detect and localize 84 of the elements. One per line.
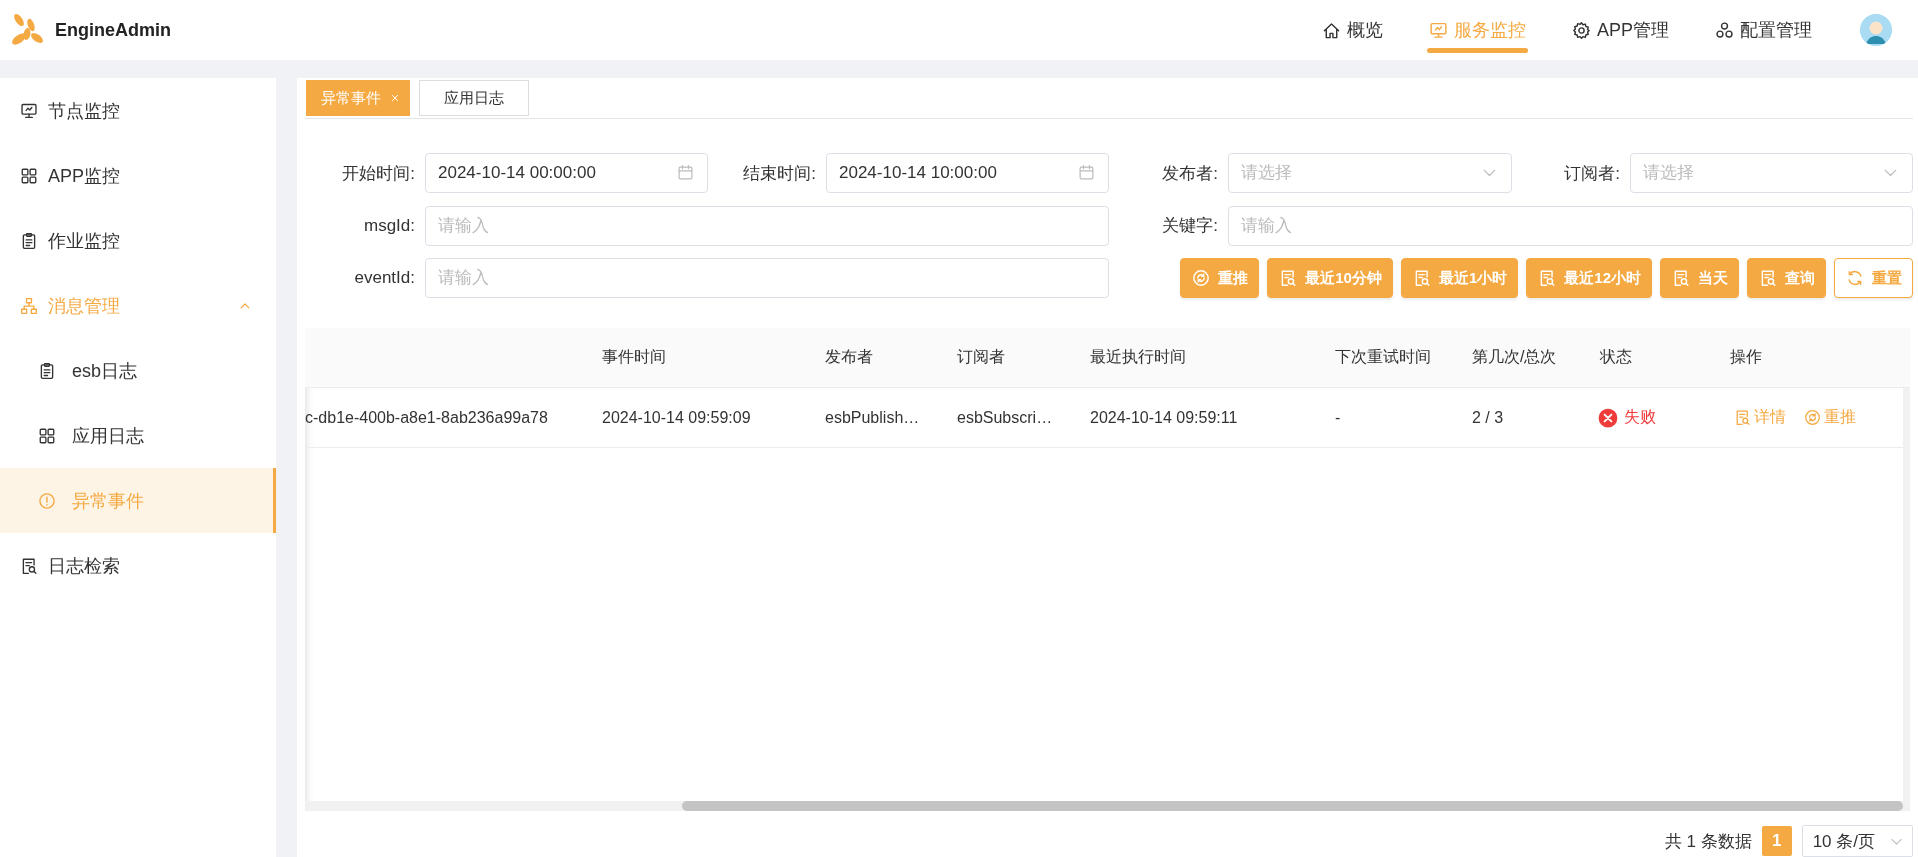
- tab[interactable]: 应用日志: [419, 80, 529, 116]
- status-label: 失败: [1588, 407, 1718, 428]
- column-header: 第几次/总次: [1471, 347, 1558, 367]
- field-label: 结束时间:: [743, 162, 817, 185]
- document-search-icon: [20, 556, 38, 575]
- column-header: 操作: [1729, 347, 1763, 367]
- hierarchy-icon: [20, 296, 38, 315]
- menu-item[interactable]: 节点监控: [0, 78, 276, 143]
- menu-item[interactable]: APP监控: [0, 143, 276, 208]
- column-header: 最近执行时间: [1089, 347, 1187, 367]
- clipboard-icon: [38, 361, 56, 380]
- x-circle-icon: [1598, 407, 1618, 428]
- nav-tab[interactable]: 服务监控: [1426, 0, 1528, 60]
- close-icon[interactable]: [389, 92, 401, 104]
- logo-icon: [10, 12, 46, 48]
- nav-tab[interactable]: 概览: [1319, 0, 1385, 60]
- action-button[interactable]: 重置: [1834, 258, 1913, 298]
- grid-icon: [20, 166, 38, 185]
- nav-tab[interactable]: 配置管理: [1713, 0, 1814, 60]
- table-cell-text: esbPublish…: [824, 408, 921, 427]
- total-count: 共 1 条数据: [1664, 830, 1752, 853]
- monitor-icon: [20, 101, 38, 120]
- field-label: eventId:: [354, 268, 416, 288]
- nav-tab[interactable]: APP管理: [1569, 0, 1671, 60]
- field-label: 发布者:: [1162, 162, 1219, 185]
- document-search-icon: [1734, 409, 1751, 426]
- column-header: 状态: [1599, 347, 1633, 367]
- column-header: 事件时间: [601, 347, 667, 367]
- input-field[interactable]: 请输入: [425, 205, 1109, 246]
- table-cell-text: esbSubscri…: [956, 408, 1054, 427]
- action-button[interactable]: 最近12小时: [1526, 258, 1652, 298]
- menu-group[interactable]: 消息管理: [0, 273, 276, 338]
- page-size-select[interactable]: 10 条/页: [1801, 825, 1913, 857]
- table-cell-text: c-db1e-400b-a8e1-8ab236a99a78: [305, 408, 549, 427]
- document-search-icon: [1279, 269, 1298, 287]
- menu-item[interactable]: 应用日志: [0, 403, 276, 468]
- table-cell-text: 2 / 3: [1471, 408, 1505, 427]
- action-link[interactable]: 重推: [1804, 407, 1856, 428]
- field-label: msgId:: [363, 215, 416, 236]
- input-field[interactable]: 请输入: [425, 258, 1109, 298]
- action-button[interactable]: 重推: [1180, 258, 1260, 298]
- menu-item[interactable]: 作业监控: [0, 208, 276, 273]
- document-search-icon: [1759, 269, 1777, 287]
- refresh-icon: [1846, 269, 1864, 287]
- action-button[interactable]: 最近1小时: [1400, 258, 1519, 298]
- select-field[interactable]: 请选择: [1228, 153, 1512, 193]
- menu-item[interactable]: 日志检索: [0, 533, 276, 598]
- column-header: 下次重试时间: [1334, 347, 1432, 367]
- scrollbar-thumb[interactable]: [682, 801, 1903, 811]
- column-header: 订阅者: [956, 347, 1006, 367]
- avatar[interactable]: [1860, 14, 1892, 46]
- action-link[interactable]: 详情: [1734, 407, 1786, 428]
- date-field[interactable]: 2024-10-14 00:00:00: [425, 153, 708, 193]
- home-icon: [1321, 20, 1341, 40]
- clipboard-icon: [20, 231, 38, 250]
- document-search-icon: [1672, 269, 1690, 287]
- action-button[interactable]: 最近10分钟: [1267, 258, 1393, 298]
- table-cell-text: 2024-10-14 09:59:11: [1089, 408, 1239, 427]
- table-cell-text: -: [1334, 408, 1342, 427]
- app-title: EngineAdmin: [55, 19, 171, 41]
- field-label: 开始时间:: [342, 162, 416, 185]
- table-cell-text: 2024-10-14 09:59:09: [601, 408, 752, 427]
- menu-item[interactable]: esb日志: [0, 338, 276, 403]
- field-label: 订阅者:: [1564, 162, 1621, 185]
- select-field[interactable]: 请选择: [1630, 153, 1913, 193]
- settings-icon: [1571, 20, 1591, 40]
- input-field[interactable]: 请输入: [1228, 205, 1913, 246]
- exclamation-circle-icon: [38, 491, 56, 510]
- action-button[interactable]: 查询: [1747, 258, 1826, 298]
- date-field[interactable]: 2024-10-14 10:00:00: [826, 153, 1109, 193]
- cycle-icon: [1192, 269, 1211, 287]
- page-number[interactable]: 1: [1761, 826, 1792, 856]
- action-button[interactable]: 当天: [1660, 258, 1739, 298]
- column-header: 发布者: [824, 347, 874, 367]
- circles-icon: [1715, 20, 1734, 40]
- menu-item[interactable]: 异常事件: [0, 468, 276, 533]
- calendar-icon: [1078, 164, 1095, 181]
- field-label: 关键字:: [1162, 215, 1219, 237]
- cycle-icon: [1804, 409, 1821, 426]
- document-search-icon: [1538, 269, 1557, 287]
- monitor-icon: [1428, 20, 1448, 40]
- grid-icon: [38, 426, 56, 445]
- calendar-icon: [677, 164, 694, 181]
- tab[interactable]: 异常事件: [306, 80, 410, 116]
